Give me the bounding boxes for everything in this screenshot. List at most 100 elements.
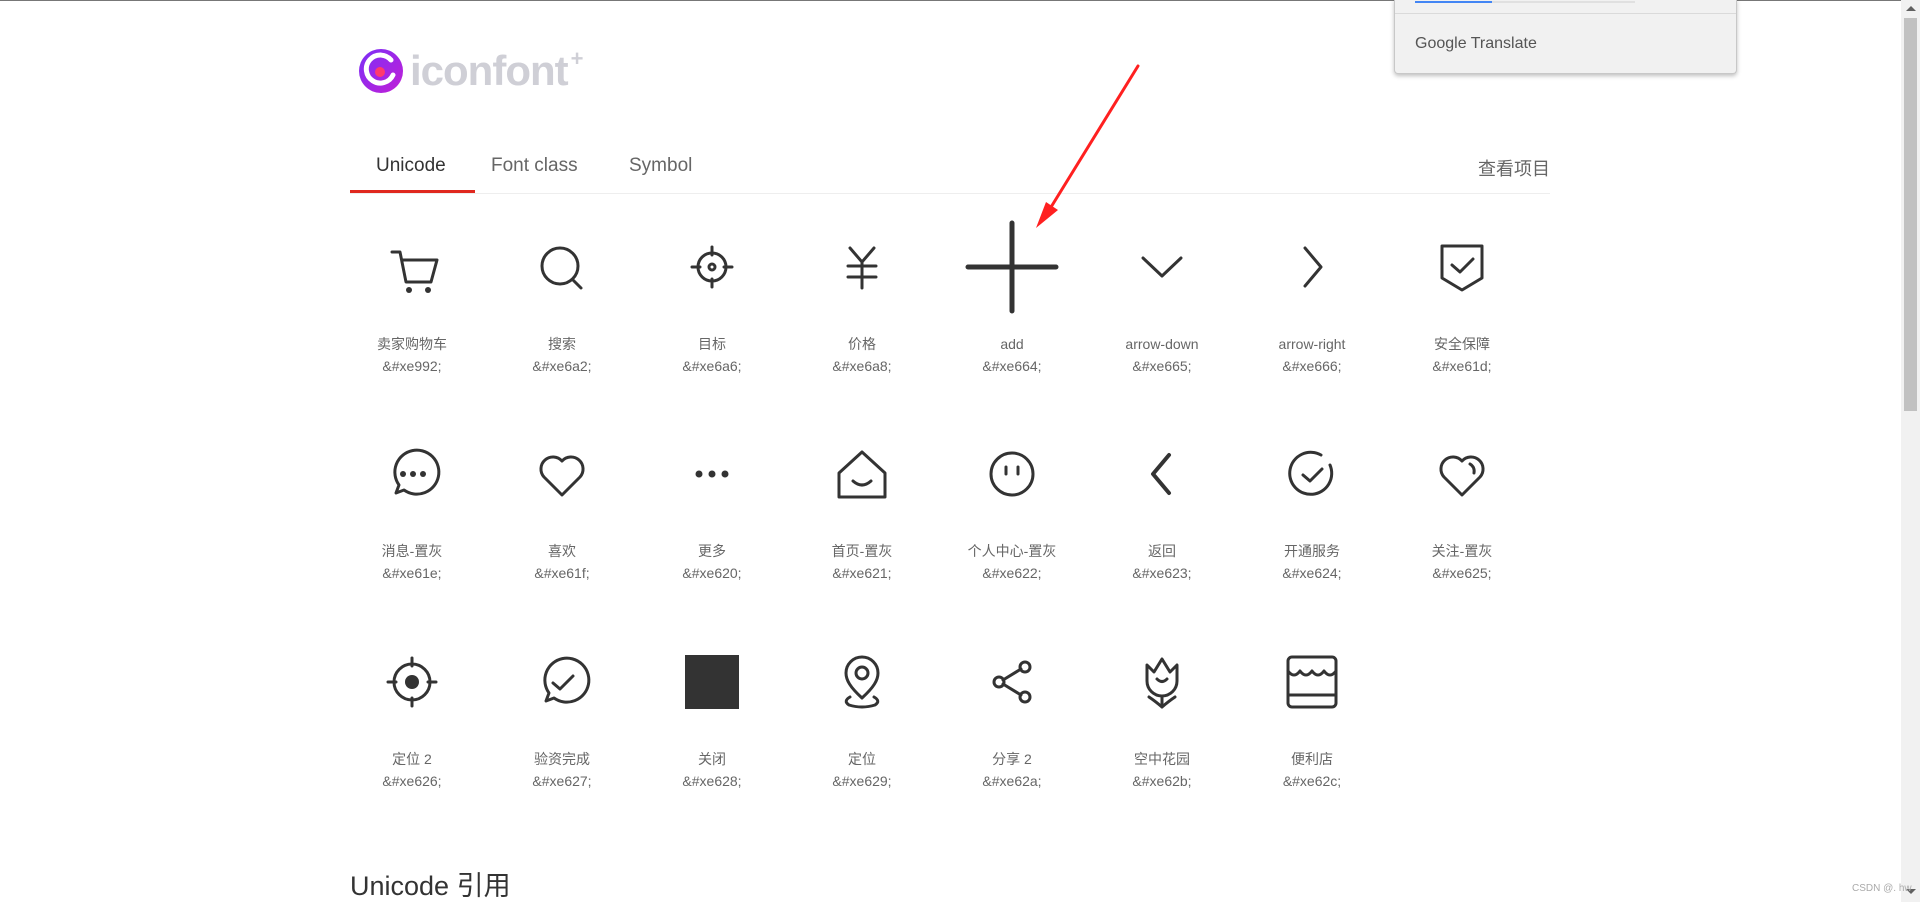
- icon-item[interactable]: 空中花园 &#xe62b;: [1087, 635, 1237, 789]
- back-icon: [1151, 453, 1171, 495]
- icon-code: &#xe629;: [832, 773, 892, 789]
- icon-code: &#xe627;: [532, 773, 592, 789]
- icon-item[interactable]: 安全保障 &#xe61d;: [1387, 220, 1537, 374]
- locate-icon: [386, 656, 438, 708]
- icon-code: &#xe666;: [1282, 358, 1342, 374]
- verified-message-icon: [543, 656, 591, 704]
- google-translate-popup[interactable]: Google Translate: [1394, 0, 1737, 74]
- logo-plus: +: [570, 46, 584, 71]
- shield-check-icon: [1440, 244, 1484, 292]
- tab-unicode[interactable]: Unicode: [376, 155, 446, 177]
- icon-code: &#xe665;: [1132, 358, 1192, 374]
- icon-item[interactable]: 关注-置灰 &#xe625;: [1387, 427, 1537, 581]
- icon-item[interactable]: 搜索 &#xe6a2;: [487, 220, 637, 374]
- store-icon: [1286, 655, 1338, 709]
- arrow-down-icon: [1141, 256, 1183, 278]
- active-tab-underline: [350, 190, 475, 193]
- icon-name: 定位 2: [392, 751, 432, 767]
- icon-item[interactable]: 卖家购物车 &#xe992;: [337, 220, 487, 374]
- scrollbar-thumb[interactable]: [1904, 18, 1917, 411]
- icon-code: &#xe621;: [832, 565, 892, 581]
- translate-divider: [1395, 13, 1736, 14]
- icon-code: &#xe61e;: [382, 565, 442, 581]
- icon-code: &#xe62c;: [1282, 773, 1342, 789]
- google-translate-brand: Google Translate: [1415, 35, 1537, 52]
- icon-item[interactable]: 定位 2 &#xe626;: [337, 635, 487, 789]
- translate-progress-fill: [1415, 1, 1492, 3]
- icon-name: 搜索: [548, 336, 576, 352]
- view-project-link[interactable]: 查看项目: [1478, 155, 1550, 181]
- icon-code: &#xe6a6;: [682, 358, 742, 374]
- icon-item[interactable]: 定位 &#xe629;: [787, 635, 937, 789]
- scroll-up-arrow-icon[interactable]: [1906, 6, 1916, 11]
- icon-name: 卖家购物车: [377, 336, 447, 352]
- user-face-icon: [989, 451, 1035, 497]
- section-heading: Unicode 引用: [350, 871, 511, 901]
- map-pin-icon: [844, 655, 880, 709]
- icon-item[interactable]: arrow-right &#xe666;: [1237, 220, 1387, 374]
- icon-name: 消息-置灰: [381, 543, 443, 559]
- vertical-scrollbar[interactable]: [1901, 0, 1920, 902]
- icon-item[interactable]: 分享 2 &#xe62a;: [937, 635, 1087, 789]
- check-circle-icon: [1288, 450, 1334, 496]
- icon-name: 个人中心-置灰: [967, 543, 1057, 559]
- icon-name: 关注-置灰: [1431, 543, 1493, 559]
- icon-item[interactable]: 喜欢 &#xe61f;: [487, 427, 637, 581]
- icon-name: 关闭: [698, 751, 726, 767]
- icon-item[interactable]: 验资完成 &#xe627;: [487, 635, 637, 789]
- icon-code: &#xe624;: [1282, 565, 1342, 581]
- icon-name: 喜欢: [548, 543, 576, 559]
- translate-progress-track: [1415, 1, 1635, 3]
- home-icon: [837, 450, 887, 499]
- close-square-icon: [685, 655, 739, 709]
- icon-name: 安全保障: [1434, 336, 1490, 352]
- icon-name: 便利店: [1291, 751, 1333, 767]
- tab-symbol[interactable]: Symbol: [629, 155, 692, 177]
- icon-code: &#xe62b;: [1132, 773, 1192, 789]
- icon-code: &#xe620;: [682, 565, 742, 581]
- icon-name: 空中花园: [1134, 751, 1190, 767]
- icon-item[interactable]: 更多 &#xe620;: [637, 427, 787, 581]
- heart-icon: [539, 455, 585, 497]
- more-icon: [695, 470, 729, 478]
- icon-item[interactable]: 消息-置灰 &#xe61e;: [337, 427, 487, 581]
- icon-item[interactable]: 个人中心-置灰 &#xe622;: [937, 427, 1087, 581]
- icon-item[interactable]: 开通服务 &#xe624;: [1237, 427, 1387, 581]
- icon-code: &#xe61d;: [1432, 358, 1492, 374]
- heart-follow-icon: [1439, 455, 1485, 497]
- icon-code: &#xe622;: [982, 565, 1042, 581]
- icon-code: &#xe6a2;: [532, 358, 592, 374]
- add-icon: [965, 220, 1059, 314]
- icon-item[interactable]: 便利店 &#xe62c;: [1237, 635, 1387, 789]
- tab-font-class[interactable]: Font class: [491, 155, 578, 177]
- icon-name: 更多: [698, 543, 726, 559]
- icon-name: 分享 2: [992, 751, 1032, 767]
- message-icon: [393, 448, 441, 496]
- icon-item[interactable]: 价格 &#xe6a8;: [787, 220, 937, 374]
- icon-name: 价格: [848, 336, 876, 352]
- icon-code: &#xe61f;: [534, 565, 590, 581]
- search-icon: [540, 246, 583, 290]
- icon-item[interactable]: 目标 &#xe6a6;: [637, 220, 787, 374]
- icon-item[interactable]: add &#xe664;: [937, 220, 1087, 374]
- icon-name: 开通服务: [1284, 543, 1340, 559]
- icon-name: 目标: [698, 336, 726, 352]
- icon-item[interactable]: 关闭 &#xe628;: [637, 635, 787, 789]
- icon-item[interactable]: arrow-down &#xe665;: [1087, 220, 1237, 374]
- iconfont-logo[interactable]: iconfont +: [358, 46, 584, 94]
- icon-name: 返回: [1148, 543, 1176, 559]
- icon-code: &#xe992;: [382, 358, 442, 374]
- icon-code: &#xe664;: [982, 358, 1042, 374]
- icon-item[interactable]: 首页-置灰 &#xe621;: [787, 427, 937, 581]
- icon-name: arrow-down: [1125, 336, 1199, 352]
- icon-name: add: [1000, 336, 1024, 352]
- icon-code: &#xe626;: [382, 773, 442, 789]
- icon-item[interactable]: 返回 &#xe623;: [1087, 427, 1237, 581]
- icon-code: &#xe6a8;: [832, 358, 892, 374]
- iconfont-logo-icon: [359, 49, 403, 93]
- icon-code: &#xe62a;: [982, 773, 1042, 789]
- csdn-watermark: CSDN @. hw: [1852, 883, 1912, 894]
- tab-bar: Unicode Font class Symbol 查看项目: [350, 145, 1550, 194]
- icon-code: &#xe625;: [1432, 565, 1492, 581]
- icon-name: 验资完成: [534, 751, 590, 767]
